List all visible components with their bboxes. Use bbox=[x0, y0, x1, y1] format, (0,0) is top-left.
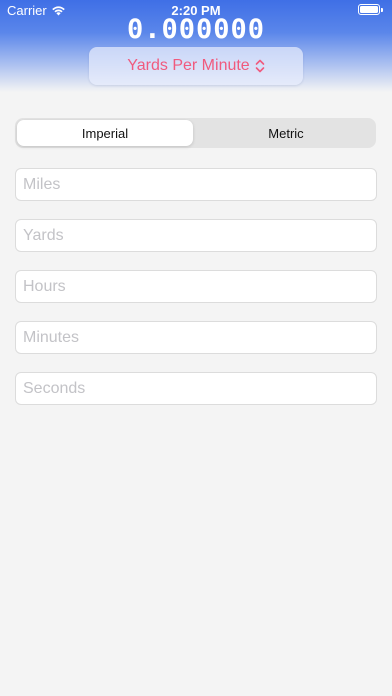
segment-metric[interactable]: Metric bbox=[198, 120, 374, 146]
seconds-input[interactable] bbox=[15, 372, 377, 405]
hours-input[interactable] bbox=[15, 270, 377, 303]
minutes-input[interactable] bbox=[15, 321, 377, 354]
chevron-updown-icon bbox=[255, 59, 265, 73]
miles-input[interactable] bbox=[15, 168, 377, 201]
unit-system-segmented-control: Imperial Metric bbox=[15, 118, 376, 148]
segment-imperial[interactable]: Imperial bbox=[17, 120, 193, 146]
result-display: 0.000000 bbox=[126, 14, 266, 45]
yards-input[interactable] bbox=[15, 219, 377, 252]
unit-picker-button[interactable]: Yards Per Minute bbox=[89, 47, 303, 85]
unit-picker-label: Yards Per Minute bbox=[127, 57, 250, 74]
